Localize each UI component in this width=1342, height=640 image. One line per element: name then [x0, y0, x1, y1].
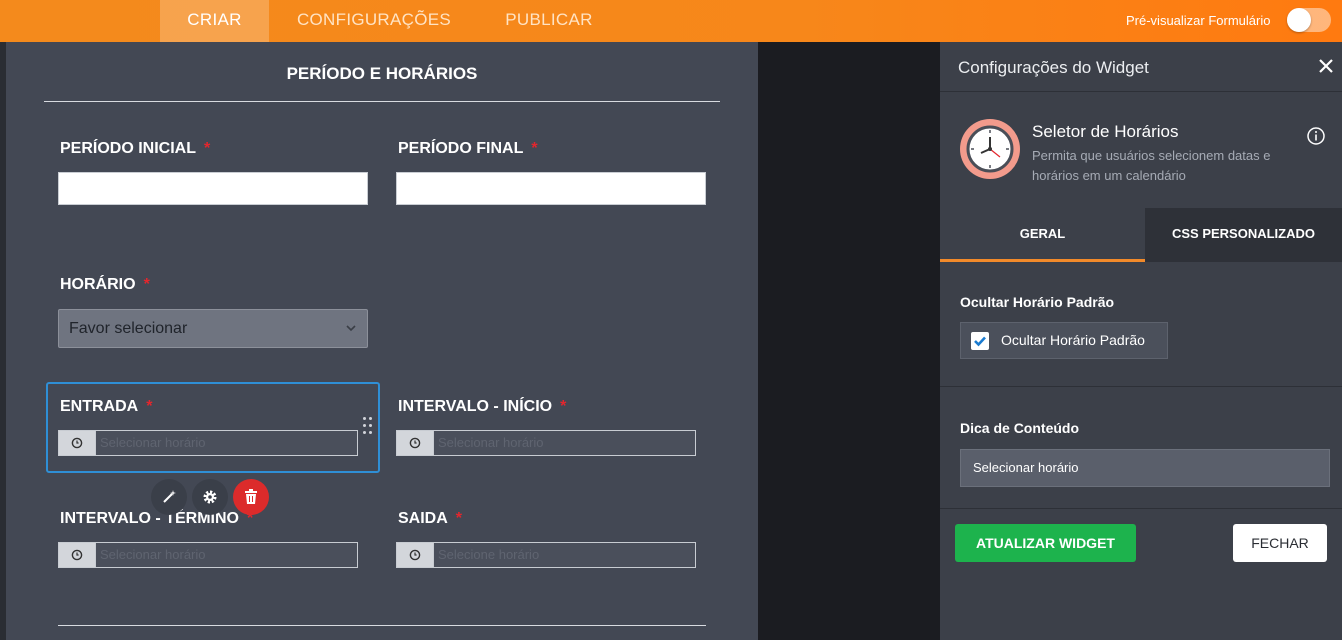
hide-default-checkbox-label: Ocultar Horário Padrão	[1001, 332, 1145, 348]
top-bar: CRIAR CONFIGURAÇÕES PUBLICAR Pré-visuali…	[0, 0, 1342, 42]
periodo-inicial-input[interactable]	[58, 172, 368, 205]
intervalo-termino-placeholder: Selecionar horário	[95, 543, 357, 567]
intervalo-inicio-placeholder: Selecionar horário	[433, 431, 695, 455]
widget-name: Seletor de Horários	[1032, 122, 1179, 141]
entrada-label: ENTRADA *	[60, 398, 152, 416]
tab-configuracoes[interactable]: CONFIGURAÇÕES	[282, 0, 466, 42]
gear-icon	[203, 490, 217, 504]
entrada-label-text: ENTRADA	[60, 398, 139, 415]
tab-css-personalizado[interactable]: CSS PERSONALIZADO	[1145, 208, 1342, 262]
bottom-divider	[58, 625, 706, 626]
horario-label: HORÁRIO *	[60, 276, 150, 294]
tab-criar[interactable]: CRIAR	[160, 0, 269, 42]
widget-settings-panel: Configurações do Widget Seletor de Horár…	[940, 42, 1342, 640]
saida-time-input[interactable]: Selecione horário	[396, 542, 696, 568]
selected-field-outline[interactable]	[46, 382, 380, 473]
drag-handle-icon[interactable]	[362, 416, 374, 438]
periodo-inicial-label: PERÍODO INICIAL *	[60, 140, 210, 158]
chevron-down-icon	[345, 310, 357, 361]
trash-icon	[245, 489, 257, 504]
tab-publicar[interactable]: PUBLICAR	[490, 0, 608, 42]
required-mark: *	[143, 276, 150, 293]
periodo-final-label-text: PERÍODO FINAL	[398, 140, 524, 157]
widget-info: Seletor de Horários Permita que usuários…	[940, 92, 1342, 208]
horario-select-value: Favor selecionar	[69, 320, 188, 337]
magic-wand-icon	[163, 490, 176, 503]
periodo-inicial-label-text: PERÍODO INICIAL	[60, 140, 197, 157]
tab-geral[interactable]: GERAL	[940, 208, 1145, 262]
clock-icon	[397, 431, 433, 455]
settings-button[interactable]	[192, 479, 228, 515]
section-title: PERÍODO E HORÁRIOS	[286, 64, 478, 83]
delete-button[interactable]	[233, 479, 269, 515]
horario-select[interactable]: Favor selecionar	[58, 309, 368, 348]
close-button[interactable]: FECHAR	[1233, 524, 1327, 562]
intervalo-inicio-label: INTERVALO - INÍCIO *	[398, 398, 566, 416]
info-icon[interactable]	[1306, 126, 1326, 146]
hint-title: Dica de Conteúdo	[960, 420, 1080, 436]
hint-input[interactable]: Selecionar horário	[960, 449, 1330, 487]
intervalo-termino-time-input[interactable]: Selecionar horário	[58, 542, 358, 568]
clock-icon	[397, 543, 433, 567]
toggle-knob	[1287, 8, 1311, 32]
panel-title: Configurações do Widget	[958, 58, 1149, 77]
update-widget-button[interactable]: ATUALIZAR WIDGET	[955, 524, 1136, 562]
required-mark: *	[146, 398, 153, 415]
periodo-final-label: PERÍODO FINAL *	[398, 140, 538, 158]
entrada-time-input[interactable]: Selecionar horário	[58, 430, 358, 456]
separator	[940, 508, 1342, 509]
clock-icon	[59, 543, 95, 567]
clock-icon	[59, 431, 95, 455]
panel-header: Configurações do Widget	[940, 42, 1342, 92]
panel-tabs: GERAL CSS PERSONALIZADO	[940, 208, 1342, 262]
magic-wand-button[interactable]	[151, 479, 187, 515]
intervalo-termino-label: INTERVALO - TÉRMINO *	[60, 510, 253, 528]
close-icon[interactable]	[1316, 56, 1336, 76]
saida-label-text: SAIDA	[398, 510, 448, 527]
form-canvas: PERÍODO E HORÁRIOS PERÍODO INICIAL * PERÍ…	[6, 42, 758, 640]
canvas-gap	[758, 42, 940, 640]
horario-label-text: HORÁRIO	[60, 276, 136, 293]
saida-label: SAIDA *	[398, 510, 462, 528]
widget-description: Permita que usuários selecionem datas e …	[1032, 148, 1271, 183]
saida-placeholder: Selecione horário	[433, 543, 695, 567]
required-mark: *	[455, 510, 463, 527]
required-mark: *	[204, 140, 211, 157]
periodo-final-input[interactable]	[396, 172, 706, 205]
required-mark: *	[531, 140, 538, 157]
intervalo-inicio-label-text: INTERVALO - INÍCIO	[398, 398, 553, 415]
hide-default-option[interactable]: Ocultar Horário Padrão	[960, 322, 1168, 359]
section-divider	[44, 101, 720, 102]
separator	[940, 386, 1342, 387]
hide-default-checkbox[interactable]	[971, 332, 989, 350]
preview-toggle[interactable]	[1287, 8, 1331, 32]
hide-default-title: Ocultar Horário Padrão	[960, 294, 1115, 310]
preview-label: Pré-visualizar Formulário	[1126, 13, 1271, 28]
checkmark-icon	[974, 336, 986, 347]
required-mark: *	[560, 398, 567, 415]
intervalo-inicio-time-input[interactable]: Selecionar horário	[396, 430, 696, 456]
entrada-placeholder: Selecionar horário	[95, 431, 357, 455]
clock-widget-icon	[960, 119, 1020, 179]
